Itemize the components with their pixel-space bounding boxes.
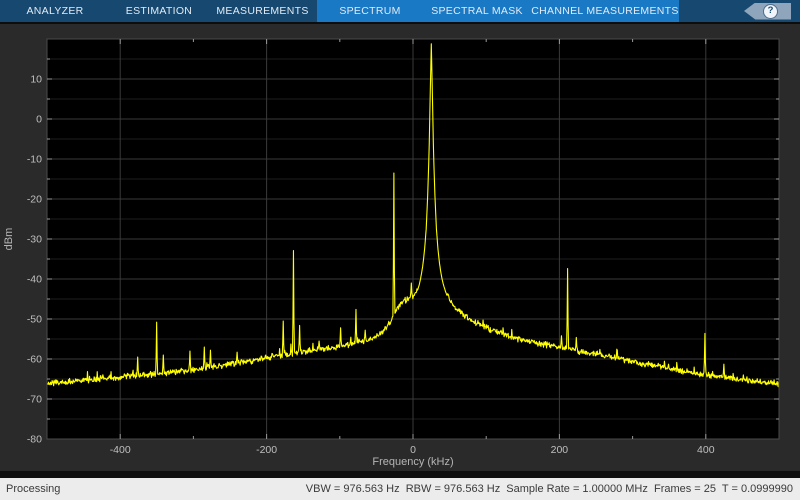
x-tick-label: 400 [697, 444, 715, 456]
y-tick-label: -50 [27, 314, 42, 326]
x-tick-label: 0 [410, 444, 416, 456]
y-tick-label: -30 [27, 234, 42, 246]
x-axis-label: Frequency (kHz) [372, 456, 453, 468]
statusbar-divider [0, 471, 800, 478]
y-tick-label: -60 [27, 354, 42, 366]
tab-estimation[interactable]: ESTIMATION [110, 0, 208, 22]
tab-group-context: SPECTRUM SPECTRAL MASK CHANNEL MEASUREME… [317, 0, 679, 22]
help-button[interactable]: ? [744, 2, 791, 20]
toolstrip-right-area: ? [679, 0, 800, 22]
help-icon: ? [763, 3, 778, 19]
spectrum-plot: -400 -200 0 200 400 10 0 -10 -20 -30 -40 -50 -60 -70 -… [3, 38, 780, 468]
tab-spectral-mask[interactable]: SPECTRAL MASK [423, 0, 531, 22]
y-tick-label: -40 [27, 274, 42, 286]
y-axis-label: dBm [3, 228, 15, 251]
status-text: Processing [6, 483, 61, 495]
tab-spectrum[interactable]: SPECTRUM [317, 0, 423, 22]
tab-analyzer[interactable]: ANALYZER [0, 0, 110, 22]
y-tick-label: -10 [27, 154, 42, 166]
x-tick-label: -400 [110, 444, 131, 456]
status-bar: Processing VBW = 976.563 Hz RBW = 976.56… [0, 478, 800, 500]
toolstrip: ANALYZER ESTIMATION MEASUREMENTS SPECTRU… [0, 0, 800, 22]
status-measurements: VBW = 976.563 Hz RBW = 976.563 Hz Sample… [305, 483, 793, 495]
figure-area: -400 -200 0 200 400 10 0 -10 -20 -30 -40 -50 -60 -70 -… [0, 24, 800, 471]
tab-group-main: ANALYZER ESTIMATION MEASUREMENTS [0, 0, 317, 22]
x-tick-label: 200 [551, 444, 569, 456]
spectrum-analyzer-window: ANALYZER ESTIMATION MEASUREMENTS SPECTRU… [0, 0, 800, 500]
tab-measurements[interactable]: MEASUREMENTS [208, 0, 317, 22]
x-tick-label: -200 [256, 444, 277, 456]
tab-channel-measurements[interactable]: CHANNEL MEASUREMENTS [531, 0, 679, 22]
y-tick-label: 0 [36, 114, 42, 126]
y-tick-label: -70 [27, 394, 42, 406]
y-tick-label: 10 [30, 74, 42, 86]
y-tick-label: -20 [27, 194, 42, 206]
y-tick-label: -80 [27, 434, 42, 446]
